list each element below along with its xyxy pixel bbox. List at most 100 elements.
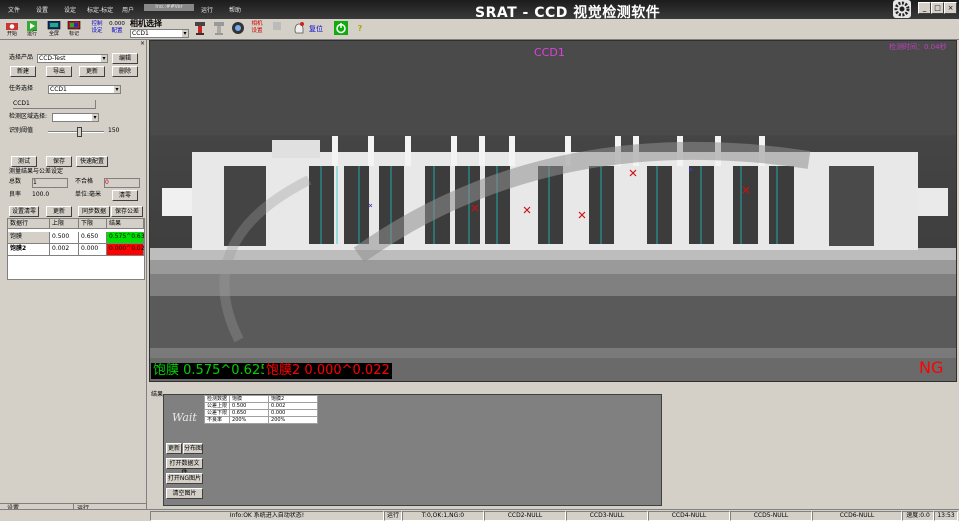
yield-label: 良率: [9, 191, 22, 198]
table-cell-upper[interactable]: 0.002: [50, 244, 79, 256]
robot-disabled-icon: [214, 22, 224, 35]
table-header: 数据行: [8, 219, 50, 229]
fail-value: 0: [104, 178, 140, 188]
monitor-color-icon: [67, 21, 81, 30]
maximize-button[interactable]: □: [931, 2, 944, 14]
close-button[interactable]: ×: [944, 2, 957, 14]
menu-calibrate[interactable]: 标定-标定: [87, 5, 113, 14]
result-table-cell: 0.002: [268, 402, 319, 410]
delete-button[interactable]: 删除: [112, 66, 138, 77]
product-label: 选择产品: [9, 54, 34, 61]
toolbar: 开始 运行 全屏 标记 控制设定 0.000配置 相机选择 CCD1 相机设置 …: [0, 19, 959, 40]
settings-gear-button[interactable]: [893, 0, 911, 18]
help-button[interactable]: ?: [355, 21, 365, 37]
minimize-button[interactable]: _: [918, 2, 931, 14]
menu-settings[interactable]: 设置: [36, 5, 48, 14]
camera-image: [149, 40, 957, 382]
table-header: 下限: [79, 219, 107, 229]
ccd-label: CCD1: [534, 46, 565, 59]
total-label: 总数: [9, 178, 22, 185]
result-table-header: 饱膜2: [268, 395, 319, 403]
new-button[interactable]: 新建: [10, 66, 36, 77]
title-bar: 文件 设置 设定 标定-标定 用户 Ino.:##Ver 运行 帮助 SRAT …: [0, 0, 959, 21]
region-select[interactable]: [52, 113, 99, 122]
result-table-header: 饱膜: [229, 395, 270, 403]
quick-config-button[interactable]: 快速配置: [76, 156, 108, 167]
clear-images-button[interactable]: 清空图片: [166, 488, 203, 499]
export-button[interactable]: 导出: [46, 66, 72, 77]
product-select[interactable]: CCD-Test: [37, 54, 108, 63]
save-tolerance-button[interactable]: 保存公差: [111, 206, 143, 217]
measurement-2-value: 0.000^0.022: [304, 363, 390, 378]
result-frame-label: 结果: [151, 391, 164, 398]
inspect-time: 检测时间：0.04秒: [889, 43, 947, 51]
run-button[interactable]: 运行: [24, 21, 40, 37]
panel-close-icon[interactable]: ×: [140, 40, 145, 48]
power-icon: [334, 21, 348, 35]
disabled-reset-button[interactable]: [270, 21, 284, 37]
measurement-2-label: 饱膜2: [266, 363, 301, 378]
measurement-1-value: 0.575^0.625: [183, 363, 269, 378]
menu-user[interactable]: 用户: [122, 5, 134, 14]
measurement-2: 饱膜2 0.000^0.022: [264, 363, 392, 379]
result-table-cell: 不良率: [203, 416, 231, 424]
result-area: Wait 检测数据 饱膜 饱膜2 公差上限 0.500 0.002 公差下限 0…: [163, 394, 662, 506]
robot-disabled-button[interactable]: [211, 21, 227, 37]
threshold-value: 150: [108, 127, 120, 134]
mark-button[interactable]: 标记: [66, 21, 82, 37]
result-table-cell: 200%: [229, 416, 270, 424]
wait-text: Wait: [172, 411, 197, 424]
hand-button[interactable]: [291, 21, 307, 37]
sync-data-button[interactable]: 同步数据: [78, 206, 110, 217]
tool-icon: [273, 22, 281, 30]
result-table-cell: 0.000: [268, 409, 319, 417]
camera-view[interactable]: CCD1 检测时间：0.04秒 NG 饱膜 0.575^0.625 饱膜2 0.…: [149, 40, 957, 382]
ccd-field: CCD1: [13, 100, 96, 109]
control-setting-button[interactable]: 控制 设定: [90, 21, 104, 37]
table-cell-result: 0.000^0.02: [107, 244, 145, 256]
hand-icon: [294, 22, 304, 34]
save-button[interactable]: 保存: [46, 156, 72, 167]
test-button[interactable]: 测试: [11, 156, 37, 167]
threshold-slider-thumb[interactable]: [76, 127, 82, 137]
open-data-file-button[interactable]: 打开数据文件: [166, 458, 203, 476]
camera-settings-icon-button[interactable]: [230, 21, 246, 37]
result-table: 检测数据 饱膜 饱膜2 公差上限 0.500 0.002 公差下限 0.650 …: [203, 395, 319, 424]
result-update-button[interactable]: 更新: [166, 443, 182, 454]
edit-button[interactable]: 编辑: [112, 53, 138, 64]
distribution-chart-button[interactable]: 分布图: [183, 443, 203, 454]
update-button[interactable]: 更新: [79, 66, 105, 77]
menu-config[interactable]: 设定: [64, 5, 76, 14]
measurement-1: 饱膜 0.575^0.625: [151, 363, 271, 379]
task-select[interactable]: CCD1: [48, 85, 121, 94]
clear-count-button[interactable]: 清零: [112, 190, 138, 201]
result-table-cell: 0.500: [229, 402, 270, 410]
menu-file[interactable]: 文件: [8, 5, 20, 14]
status-bar: Info:OK 系统进入自动状态! 运行 T:0,OK:1,NG:0 CCD2-…: [0, 509, 959, 521]
result-table-header: 检测数据: [203, 395, 231, 403]
table-cell-lower[interactable]: 0.000: [79, 244, 107, 256]
config-value-button[interactable]: 0.000 配置: [108, 21, 126, 37]
table-cell-upper[interactable]: 0.500: [50, 232, 79, 244]
yield-value: 100.0: [32, 191, 50, 198]
result-table-cell: 0.650: [229, 409, 270, 417]
camera-select[interactable]: CCD1: [130, 29, 189, 38]
table-header: 结果: [107, 219, 144, 229]
reset-button[interactable]: 复位: [309, 21, 323, 37]
start-camera-button[interactable]: 开始: [4, 21, 20, 37]
update-tol-button[interactable]: 更新: [46, 206, 72, 217]
result-table-cell: 公差下限: [203, 409, 231, 417]
robot-button[interactable]: [192, 21, 208, 37]
power-button[interactable]: [334, 21, 348, 37]
fullscreen-button[interactable]: 全屏: [46, 21, 62, 37]
measurement-1-label: 饱膜: [153, 363, 180, 378]
menu-help[interactable]: 帮助: [229, 5, 241, 14]
region-label: 检测区域选择:: [9, 113, 48, 120]
table-row-name: 饱膜2: [8, 244, 50, 256]
open-ng-image-button[interactable]: 打开NG图片: [166, 473, 203, 484]
menu-run[interactable]: 运行: [201, 5, 213, 14]
table-cell-lower[interactable]: 0.650: [79, 232, 107, 244]
camera-settings-button[interactable]: 相机 设置: [250, 21, 264, 37]
robot-icon: [195, 22, 205, 35]
set-clear-button[interactable]: 设置清零: [9, 206, 39, 217]
